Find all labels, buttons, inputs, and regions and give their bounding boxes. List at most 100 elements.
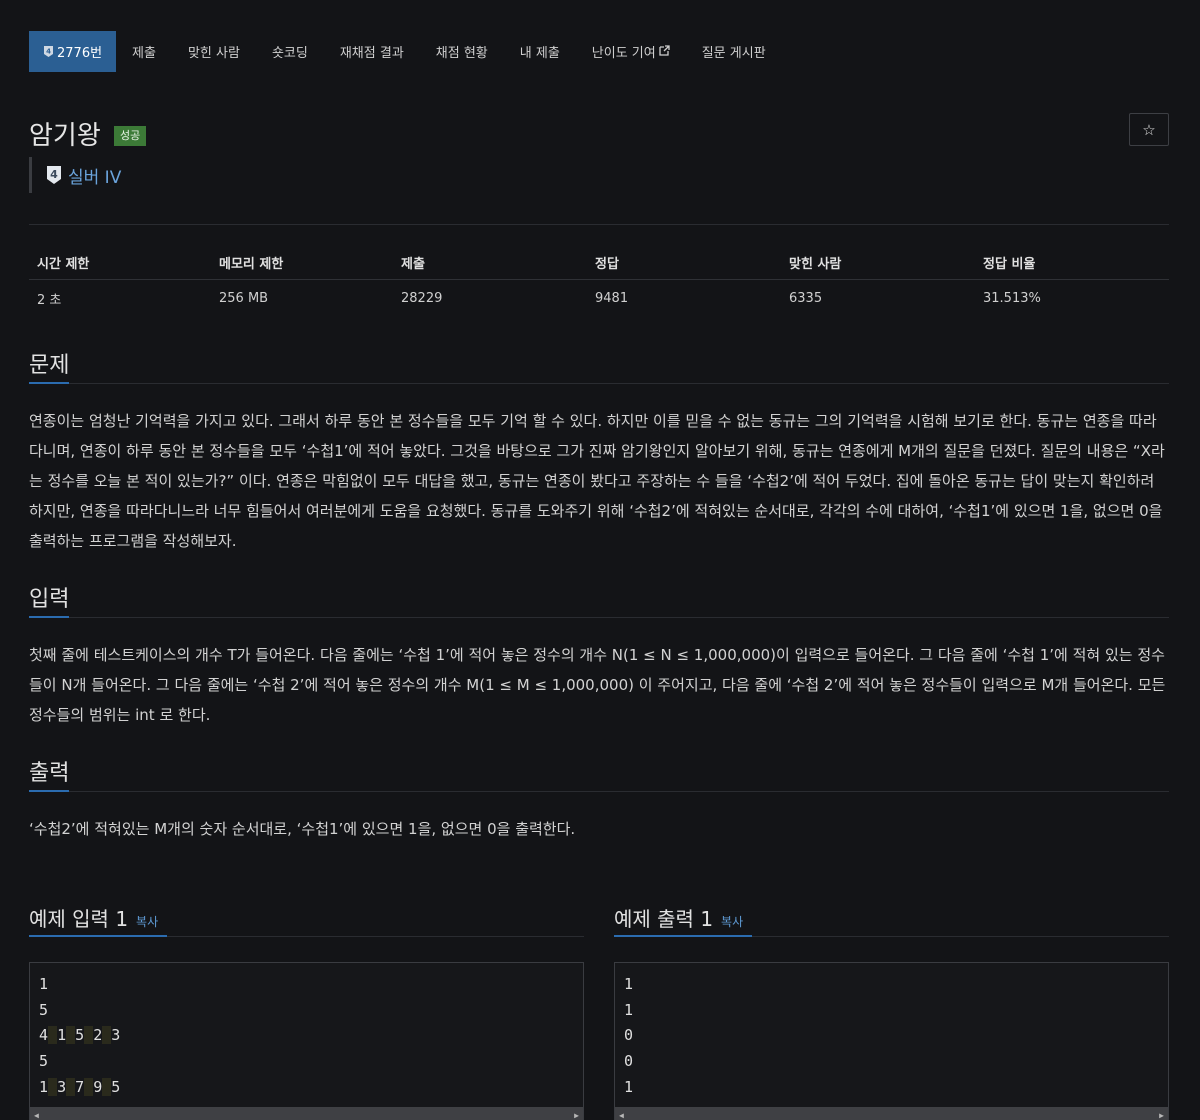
tab-rejudge-results[interactable]: 재채점 결과 [324, 31, 420, 72]
scroll-right-icon[interactable]: ▶ [574, 1111, 579, 1120]
code-token: 5 [75, 1026, 85, 1045]
whitespace-marker [102, 1026, 112, 1045]
memory-limit-value: 256 MB [219, 290, 269, 306]
section-title: 출력 [29, 761, 70, 786]
code-token: 2 [93, 1026, 103, 1045]
tab-qna-board[interactable]: 질문 게시판 [686, 31, 782, 72]
scroll-left-icon[interactable]: ◀ [34, 1111, 39, 1120]
section-header: 입력 [29, 581, 1169, 618]
code-line: 5 [39, 998, 583, 1024]
time-limit-value: 2 초 [37, 292, 62, 308]
tab-short-coding[interactable]: 숏코딩 [256, 31, 324, 72]
code-line: 5 [39, 1049, 583, 1075]
tab-difficulty-contribution-label: 난이도 기여 [591, 46, 656, 61]
problem-header: 암기왕 성공 ☆ [29, 113, 1169, 155]
code-lines: 154 1 5 2 351 3 7 9 5 [30, 963, 583, 1100]
code-token: 3 [57, 1077, 67, 1096]
problem-description: 연종이는 엄청난 기억력을 가지고 있다. 그래서 하루 동안 본 정수들을 모… [29, 412, 1165, 550]
section-header: 예제 출력 1 복사 [614, 899, 1169, 937]
tier-label: 실버 IV [68, 167, 122, 188]
section-underline [29, 935, 167, 937]
code-token: 5 [39, 1000, 49, 1019]
tab-problem[interactable]: 4 2776번 [29, 31, 117, 72]
output-description: ‘수첩2’에 적혀있는 M개의 숫자 순서대로, ‘수첩1’에 있으면 1을, … [29, 820, 576, 838]
horizontal-scrollbar[interactable]: ◀ ▶ [615, 1107, 1168, 1120]
code-token: 5 [111, 1077, 121, 1096]
section-header: 예제 입력 1 복사 [29, 899, 584, 937]
sample-output-code[interactable]: 1 1 0 0 1 ◀ ▶ [614, 962, 1169, 1120]
header-memory-limit: 메모리 제한 [219, 257, 284, 272]
sample-input-section: 예제 입력 1 복사 154 1 5 2 351 3 7 9 5 ◀ ▶ [29, 899, 584, 1120]
silver-tier-icon: 4 [44, 46, 53, 57]
tab-qna-board-label: 질문 게시판 [701, 46, 766, 61]
scroll-left-icon[interactable]: ◀ [619, 1111, 624, 1120]
star-icon: ☆ [1142, 120, 1156, 139]
section-header: 출력 [29, 755, 1169, 792]
tab-rejudge-results-label: 재채점 결과 [339, 46, 404, 61]
tab-submit-label: 제출 [132, 46, 156, 61]
section-title: 입력 [29, 587, 70, 612]
section-underline [614, 935, 752, 937]
external-link-icon [659, 44, 670, 59]
whitespace-marker [84, 1026, 94, 1045]
header-time-limit: 시간 제한 [37, 257, 90, 272]
tab-judge-status-label: 채점 현황 [435, 46, 488, 61]
code-lines: 1 1 0 0 1 [615, 963, 1168, 1100]
tab-solved-users[interactable]: 맞힌 사람 [172, 31, 256, 72]
tab-judge-status[interactable]: 채점 현황 [420, 31, 504, 72]
scroll-right-icon[interactable]: ▶ [1159, 1111, 1164, 1120]
tab-solved-users-label: 맞힌 사람 [187, 46, 240, 61]
header-accept-ratio: 정답 비율 [983, 257, 1036, 272]
table-row: 2 초 256 MB 28229 9481 6335 31.513% [29, 280, 1169, 316]
code-line: 0 [624, 1023, 1168, 1049]
code-line: 0 [624, 1049, 1168, 1075]
code-line: 1 [624, 972, 1168, 998]
code-token: 9 [93, 1077, 103, 1096]
whitespace-marker [66, 1077, 76, 1096]
solved-users-value: 6335 [789, 290, 823, 306]
whitespace-marker [48, 1077, 58, 1096]
code-token: 1 [624, 1000, 634, 1019]
section-underline [29, 790, 69, 792]
submissions-value: 28229 [401, 290, 443, 306]
code-line: 4 1 5 2 3 [39, 1023, 583, 1049]
code-token: 1 [39, 1077, 49, 1096]
code-line: 1 [624, 1075, 1168, 1101]
header-submissions: 제출 [401, 257, 425, 272]
input-section: 입력 첫째 줄에 테스트케이스의 개수 T가 들어온다. 다음 줄에는 ‘수첩 … [29, 581, 1169, 730]
tab-short-coding-label: 숏코딩 [271, 46, 308, 61]
svg-text:4: 4 [46, 48, 51, 56]
accept-ratio-value: 31.513% [983, 290, 1041, 306]
tab-difficulty-contribution[interactable]: 난이도 기여 [576, 31, 686, 72]
code-token: 1 [57, 1026, 67, 1045]
tab-submit[interactable]: 제출 [116, 31, 172, 72]
code-line: 1 [624, 998, 1168, 1024]
tier-number: 4 [50, 168, 58, 181]
code-token: 1 [39, 975, 49, 993]
copy-button[interactable]: 복사 [136, 915, 158, 929]
horizontal-scrollbar[interactable]: ◀ ▶ [30, 1107, 583, 1120]
section-header: 문제 [29, 347, 1169, 384]
problem-title: 암기왕 [29, 121, 101, 151]
problem-info-table: 시간 제한 메모리 제한 제출 정답 맞힌 사람 정답 비율 2 초 256 M… [29, 246, 1169, 316]
input-description: 첫째 줄에 테스트케이스의 개수 T가 들어온다. 다음 줄에는 ‘수첩 1’에… [29, 646, 1166, 724]
favorite-button[interactable]: ☆ [1129, 113, 1169, 146]
code-token: 4 [39, 1026, 49, 1045]
whitespace-marker [66, 1026, 76, 1045]
problem-tier[interactable]: 4 실버 IV [29, 157, 121, 193]
accepted-value: 9481 [595, 290, 629, 306]
code-token: 0 [624, 1052, 634, 1071]
sample-output-section: 예제 출력 1 복사 1 1 0 0 1 ◀ ▶ [614, 899, 1169, 1120]
whitespace-marker [48, 1026, 58, 1045]
section-underline [29, 382, 69, 384]
sample-input-code[interactable]: 154 1 5 2 351 3 7 9 5 ◀ ▶ [29, 962, 584, 1120]
sample-output-title: 예제 출력 1 [614, 907, 714, 931]
output-section: 출력 ‘수첩2’에 적혀있는 M개의 숫자 순서대로, ‘수첩1’에 있으면 1… [29, 755, 1169, 844]
copy-button[interactable]: 복사 [721, 915, 743, 929]
tab-my-submissions[interactable]: 내 제출 [504, 31, 576, 72]
section-title: 예제 입력 1 복사 [29, 903, 158, 932]
status-badge: 성공 [114, 126, 147, 146]
sample-input-title: 예제 입력 1 [29, 907, 129, 931]
code-token: 5 [39, 1052, 49, 1071]
code-token: 3 [111, 1026, 121, 1045]
